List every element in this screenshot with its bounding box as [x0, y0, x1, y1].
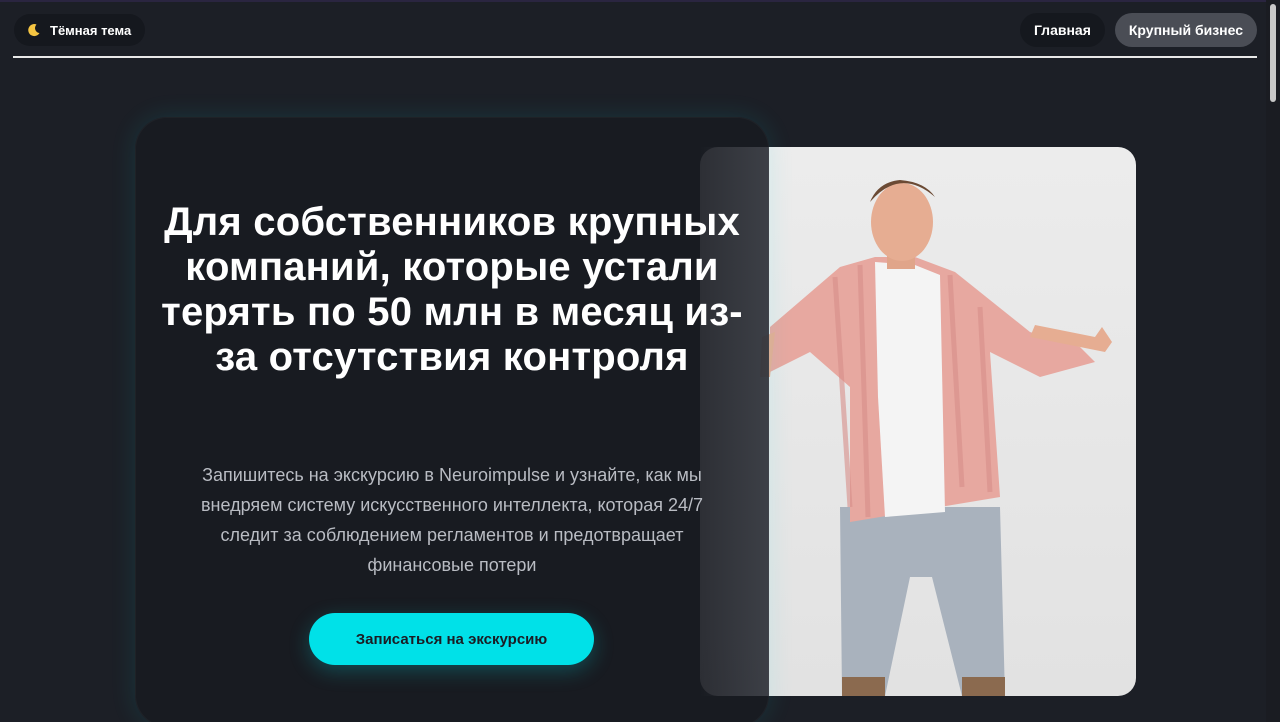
header: Тёмная тема Главная Крупный бизнес [0, 0, 1280, 58]
scrollbar-thumb[interactable] [1270, 4, 1276, 102]
top-nav: Главная Крупный бизнес [1019, 13, 1257, 47]
header-divider [13, 56, 1257, 58]
book-tour-button[interactable]: Записаться на экскурсию [309, 613, 594, 665]
nav-item-large-business[interactable]: Крупный бизнес [1114, 13, 1257, 47]
nav-item-home[interactable]: Главная [1019, 13, 1105, 47]
theme-toggle-button[interactable]: Тёмная тема [14, 14, 146, 46]
hero-headline: Для собственников крупных компаний, кото… [161, 200, 743, 379]
hero-subtext: Запишитесь на экскурсию в Neuroimpulse и… [200, 465, 703, 575]
page-scrollbar[interactable] [1266, 0, 1280, 722]
theme-toggle-label: Тёмная тема [50, 22, 132, 38]
moon-icon [26, 22, 42, 38]
